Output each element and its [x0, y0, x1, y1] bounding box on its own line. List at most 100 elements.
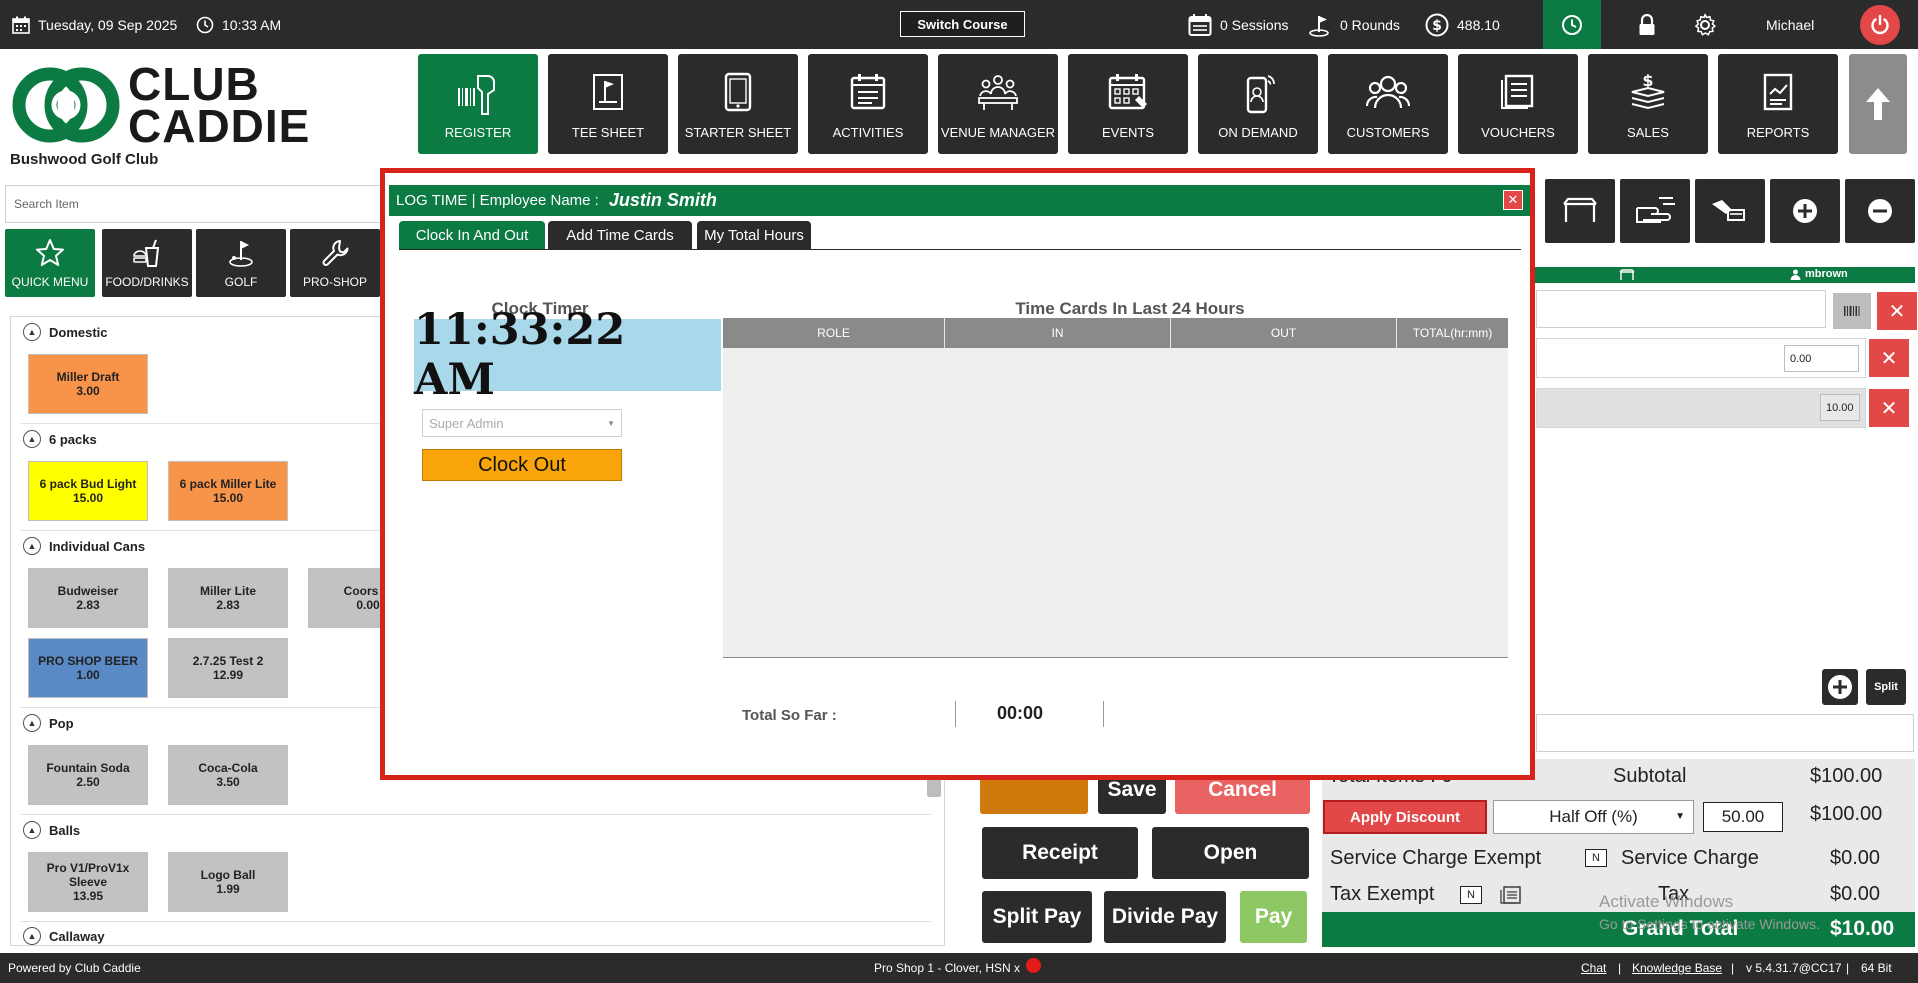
split-button[interactable]: Split: [1866, 669, 1906, 705]
product-button[interactable]: Budweiser 2.83: [28, 568, 148, 628]
barcode-button[interactable]: [1833, 293, 1871, 329]
discount-type-select[interactable]: Half Off (%) ▼: [1493, 800, 1694, 834]
sessions-counter[interactable]: 0 Sessions: [1188, 0, 1288, 49]
section-6-packs[interactable]: ▲ 6 packs: [23, 430, 97, 448]
product-button[interactable]: Fountain Soda 2.50: [28, 745, 148, 805]
grand-total-value: $10.00: [1830, 917, 1895, 940]
nav-activities[interactable]: ACTIVITIES: [808, 54, 928, 154]
category-pro-shop[interactable]: PRO-SHOP: [290, 229, 380, 297]
column-role[interactable]: ROLE: [723, 318, 945, 348]
remove-line-button[interactable]: ✕: [1869, 389, 1909, 427]
customer-input[interactable]: [1536, 290, 1826, 328]
product-button[interactable]: 6 pack Miller Lite 15.00: [168, 461, 288, 521]
tab-clock-in-out[interactable]: Clock In And Out: [399, 221, 545, 249]
nav-tee-sheet[interactable]: TEE SHEET: [548, 54, 668, 154]
product-button[interactable]: Coca-Cola 3.50: [168, 745, 288, 805]
close-modal-button[interactable]: ✕: [1503, 190, 1523, 210]
search-input[interactable]: Search Item: [5, 185, 389, 223]
nav-vouchers[interactable]: VOUCHERS: [1458, 54, 1578, 154]
meeting-table-icon: [978, 75, 1018, 110]
product-name: 6 pack Miller Lite: [179, 477, 277, 491]
wrench-icon: [322, 240, 349, 266]
discount-value-input[interactable]: 50.00: [1703, 802, 1783, 832]
logout-button[interactable]: [1860, 5, 1900, 45]
add-line-button[interactable]: [1822, 669, 1858, 705]
category-golf[interactable]: GOLF: [196, 229, 286, 297]
section-divider: [21, 814, 931, 815]
section-individual-cans[interactable]: ▲ Individual Cans: [23, 537, 145, 555]
nav-label: VOUCHERS: [1481, 125, 1555, 140]
product-button[interactable]: Pro V1/ProV1x Sleeve 13.95: [28, 852, 148, 912]
service-exempt-toggle[interactable]: N: [1585, 849, 1607, 867]
time-clock-button[interactable]: [1543, 0, 1601, 49]
nav-reports[interactable]: REPORTS: [1718, 54, 1838, 154]
split-pay-button[interactable]: Split Pay: [982, 891, 1092, 943]
tool-handoff-button[interactable]: [1695, 179, 1765, 243]
order-line-row[interactable]: [1536, 388, 1866, 428]
open-button[interactable]: Open: [1152, 827, 1309, 879]
rounds-counter[interactable]: 0 Rounds: [1308, 0, 1400, 49]
section-callaway[interactable]: ▲ Callaway: [23, 927, 105, 945]
clear-customer-button[interactable]: ✕: [1877, 292, 1917, 330]
tool-table-button[interactable]: [1545, 179, 1615, 243]
nav-sales[interactable]: $ SALES: [1588, 54, 1708, 154]
section-domestic[interactable]: ▲ Domestic: [23, 323, 108, 341]
product-button[interactable]: PRO SHOP BEER 1.00: [28, 638, 148, 698]
nav-venue-manager[interactable]: VENUE MANAGER: [938, 54, 1058, 154]
receipt-button[interactable]: Receipt: [982, 827, 1138, 879]
product-button[interactable]: 6 pack Bud Light 15.00: [28, 461, 148, 521]
tab-add-time-cards[interactable]: Add Time Cards: [548, 221, 692, 249]
column-out[interactable]: OUT: [1171, 318, 1397, 348]
clock-out-button[interactable]: Clock Out: [422, 449, 622, 481]
section-balls[interactable]: ▲ Balls: [23, 821, 80, 839]
time-display: 10:33 AM: [196, 0, 281, 49]
connection-status-dot: [1026, 958, 1041, 973]
product-button[interactable]: Miller Draft 3.00: [28, 354, 148, 414]
column-total[interactable]: TOTAL(hr:mm): [1397, 318, 1508, 348]
knowledge-base-link[interactable]: Knowledge Base: [1632, 961, 1722, 975]
tax-exempt-toggle[interactable]: N: [1460, 886, 1482, 904]
pay-button[interactable]: Pay: [1240, 891, 1307, 943]
role-select[interactable]: Super Admin ▼: [422, 409, 622, 437]
balance-display[interactable]: $ 488.10: [1425, 0, 1500, 49]
switch-course-button[interactable]: Switch Course: [900, 11, 1025, 37]
nav-events[interactable]: EVENTS: [1068, 54, 1188, 154]
nav-customers[interactable]: CUSTOMERS: [1328, 54, 1448, 154]
scroll-up-button[interactable]: [1849, 54, 1907, 154]
nav-label: REGISTER: [444, 125, 512, 140]
remove-line-button[interactable]: ✕: [1869, 339, 1909, 377]
tab-my-total-hours[interactable]: My Total Hours: [697, 221, 811, 249]
nav-starter-sheet[interactable]: STARTER SHEET: [678, 54, 798, 154]
apply-discount-button[interactable]: Apply Discount: [1323, 800, 1487, 834]
collapse-caret-icon: ▲: [23, 927, 41, 945]
settings-button[interactable]: [1693, 0, 1717, 49]
notes-input[interactable]: [1536, 714, 1914, 752]
nav-label: TEE SHEET: [571, 125, 645, 140]
product-button[interactable]: Miller Lite 2.83: [168, 568, 288, 628]
product-name: Budweiser: [57, 584, 119, 598]
product-button[interactable]: 2.7.25 Test 2 12.99: [168, 638, 288, 698]
tablet-icon: [724, 72, 752, 112]
add-button[interactable]: [1770, 179, 1840, 243]
nav-on-demand[interactable]: ON DEMAND: [1198, 54, 1318, 154]
product-price: 1.99: [216, 882, 240, 896]
category-food-drinks[interactable]: FOOD/DRINKS: [102, 229, 192, 297]
time-cards-table: ROLE IN OUT TOTAL(hr:mm): [723, 318, 1508, 658]
line-price-input[interactable]: 0.00: [1784, 345, 1859, 372]
remove-button[interactable]: [1845, 179, 1915, 243]
product-button[interactable]: Logo Ball 1.99: [168, 852, 288, 912]
divide-pay-button[interactable]: Divide Pay: [1104, 891, 1226, 943]
chat-link[interactable]: Chat: [1581, 961, 1606, 975]
section-pop[interactable]: ▲ Pop: [23, 714, 74, 732]
nav-register[interactable]: REGISTER: [418, 54, 538, 154]
user-name[interactable]: Michael: [1766, 0, 1814, 49]
chevron-down-icon: ▼: [1675, 811, 1685, 822]
subtotal-value: $100.00: [1810, 765, 1883, 787]
discount-type-value: Half Off (%): [1549, 807, 1638, 826]
lock-button[interactable]: [1638, 0, 1656, 49]
receipt-list-icon[interactable]: [1500, 886, 1522, 904]
column-in[interactable]: IN: [945, 318, 1171, 348]
tool-hand-button[interactable]: [1620, 179, 1690, 243]
line-total-input[interactable]: 10.00: [1820, 394, 1860, 421]
category-quick-menu[interactable]: QUICK MENU: [5, 229, 95, 297]
